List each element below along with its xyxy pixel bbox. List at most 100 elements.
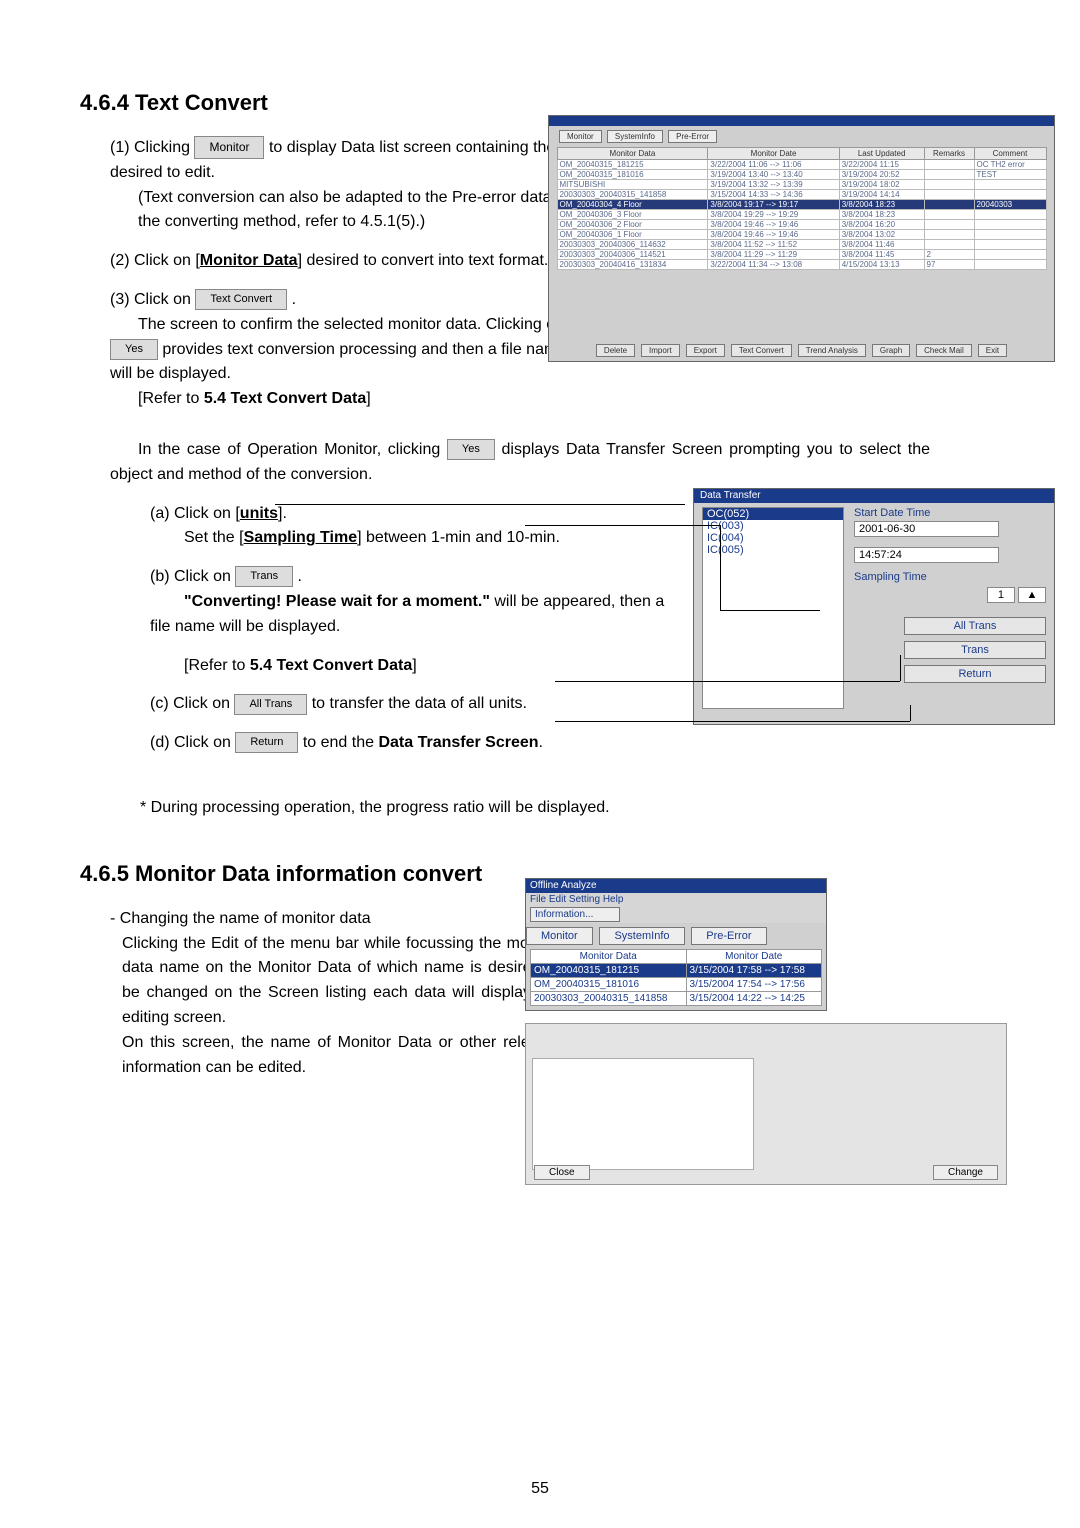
cell xyxy=(974,240,1046,250)
bottom-button[interactable]: Delete xyxy=(596,344,635,357)
cell: MITSUBISHI xyxy=(557,180,708,190)
step-a-d: ] between 1-min and 10-min. xyxy=(357,529,560,546)
shot1-tabs: Monitor SystemInfo Pre-Error xyxy=(559,130,1054,143)
yes-button-2[interactable]: Yes xyxy=(447,439,495,460)
step-c-b: to transfer the data of all units. xyxy=(312,695,527,712)
table-row[interactable]: MITSUBISHI3/19/2004 13:32 --> 13:393/19/… xyxy=(557,180,1046,190)
table-row[interactable]: OM_20040306_2 Floor3/8/2004 19:46 --> 19… xyxy=(557,220,1046,230)
step-b-dot: . xyxy=(298,568,302,585)
sampling-time-label: Sampling Time xyxy=(854,571,1046,583)
date-field[interactable]: 2001-06-30 xyxy=(854,521,999,537)
step-b-c: "Converting! Please wait for a moment." xyxy=(184,593,490,610)
table-row[interactable]: 20030303_20040315_1418583/15/2004 14:33 … xyxy=(557,190,1046,200)
return-button-inline[interactable]: Return xyxy=(235,732,298,753)
bottom-button[interactable]: Export xyxy=(686,344,725,357)
cell xyxy=(924,230,974,240)
table-row[interactable]: OM_20040306_1 Floor3/8/2004 19:46 --> 19… xyxy=(557,230,1046,240)
unit-list[interactable]: OC(052) IC(003) IC(004) IC(005) xyxy=(702,507,844,709)
table-row[interactable]: OM_20040315_1812153/15/2004 17:58 --> 17… xyxy=(531,964,822,978)
data-transfer-screenshot: Data Transfer OC(052) IC(003) IC(004) IC… xyxy=(693,488,1055,725)
cell: 20030303_20040306_114521 xyxy=(557,250,708,260)
cell xyxy=(924,200,974,210)
p3: On this screen, the name of Monitor Data… xyxy=(110,1031,560,1081)
step-c-a: (c) Click on xyxy=(150,695,230,712)
return-button[interactable]: Return xyxy=(904,665,1046,683)
cell: 3/8/2004 11:46 xyxy=(839,240,924,250)
sampling-min-field[interactable]: 1 xyxy=(987,587,1015,603)
step-d-a: (d) Click on xyxy=(150,734,231,751)
trans-button[interactable]: Trans xyxy=(904,641,1046,659)
table-row[interactable]: OM_20040315_1812153/22/2004 11:06 --> 11… xyxy=(557,160,1046,170)
table-row[interactable]: OM_20040315_1810163/19/2004 13:40 --> 13… xyxy=(557,170,1046,180)
table-row[interactable]: 20030303_20040306_1146323/8/2004 11:52 -… xyxy=(557,240,1046,250)
step-1: (1) Clicking Monitor to display Data lis… xyxy=(110,136,590,235)
time-field[interactable]: 14:57:24 xyxy=(854,547,999,563)
yes-button-1[interactable]: Yes xyxy=(110,339,158,360)
table-row[interactable]: 20030303_20040306_1145213/8/2004 11:29 -… xyxy=(557,250,1046,260)
table-row[interactable]: OM_20040304_4 Floor3/8/2004 19:17 --> 19… xyxy=(557,200,1046,210)
leader-a xyxy=(275,504,685,505)
bottom-button[interactable]: Graph xyxy=(872,344,910,357)
list-item[interactable]: IC(004) xyxy=(703,532,843,544)
step-c: (c) Click on All Trans to transfer the d… xyxy=(150,692,680,717)
monitor-data-link[interactable]: Monitor Data xyxy=(200,252,298,269)
cell xyxy=(924,160,974,170)
table-row[interactable]: 20030303_20040416_1318343/22/2004 11:34 … xyxy=(557,260,1046,270)
cell: 97 xyxy=(924,260,974,270)
shot1-bottom-buttons: Delete Import Export Text Convert Trend Anal… xyxy=(549,344,1054,357)
offline-analyze-window: Offline Analyze File Edit Setting Help I… xyxy=(525,878,827,1011)
tab-preerror[interactable]: Pre-Error xyxy=(668,130,717,143)
cell: OM_20040315_181215 xyxy=(531,964,687,978)
menu-information[interactable]: Information... xyxy=(530,907,620,922)
cell xyxy=(924,220,974,230)
list-item[interactable]: OC(052) xyxy=(703,508,843,520)
cell xyxy=(974,220,1046,230)
list-item[interactable]: IC(005) xyxy=(703,544,843,556)
bottom-button[interactable]: Text Convert xyxy=(731,344,792,357)
step-3-b: . xyxy=(292,291,296,308)
list-item[interactable]: IC(003) xyxy=(703,520,843,532)
th3-0: Monitor Data xyxy=(531,950,687,964)
step-a-c: Set the [ xyxy=(150,529,244,546)
cell: 3/19/2004 13:32 --> 13:39 xyxy=(708,180,839,190)
tab-monitor-3[interactable]: Monitor xyxy=(526,927,593,945)
trans-button-inline[interactable]: Trans xyxy=(235,566,293,587)
sampling-time-link[interactable]: Sampling Time xyxy=(244,529,358,546)
monitor-button[interactable]: Monitor xyxy=(194,136,264,159)
data-list-screenshot: Monitor SystemInfo Pre-Error Monitor Dat… xyxy=(548,115,1055,362)
cell: OM_20040304_4 Floor xyxy=(557,200,708,210)
tab-systeminfo[interactable]: SystemInfo xyxy=(607,130,663,143)
step-d-b: to end the Data Transfer Screen. xyxy=(303,734,543,751)
table-row[interactable]: OM_20040306_3 Floor3/8/2004 19:29 --> 19… xyxy=(557,210,1046,220)
cell: OM_20040315_181016 xyxy=(557,170,708,180)
cell: 3/22/2004 11:15 xyxy=(839,160,924,170)
cell xyxy=(974,190,1046,200)
start-date-label: Start Date Time xyxy=(854,507,1046,519)
all-trans-button-inline[interactable]: All Trans xyxy=(234,694,307,715)
table-row[interactable]: OM_20040315_1810163/15/2004 17:54 --> 17… xyxy=(531,978,822,992)
sampling-max-spin[interactable]: ▲ xyxy=(1018,587,1046,603)
page-number: 55 xyxy=(0,1480,1080,1498)
alltrans-button[interactable]: All Trans xyxy=(904,617,1046,635)
cell: 3/8/2004 19:29 --> 19:29 xyxy=(708,210,839,220)
step-2-end: ] desired to convert into text format. xyxy=(298,252,549,269)
th-0: Monitor Data xyxy=(557,148,708,160)
menu-bar[interactable]: File Edit Setting Help Information... xyxy=(526,893,826,923)
info-strip xyxy=(532,1042,1000,1052)
tab-monitor[interactable]: Monitor xyxy=(559,130,602,143)
bottom-button[interactable]: Import xyxy=(641,344,680,357)
cell: 4/15/2004 13:13 xyxy=(839,260,924,270)
shot3-tabs: Monitor SystemInfo Pre-Error xyxy=(526,923,826,945)
close-button[interactable]: Close xyxy=(534,1165,590,1180)
units-link[interactable]: units xyxy=(240,505,278,522)
shot3-titlebar: Offline Analyze xyxy=(526,879,826,893)
text-convert-button[interactable]: Text Convert xyxy=(195,289,287,310)
bottom-button[interactable]: Check Mail xyxy=(916,344,972,357)
change-button[interactable]: Change xyxy=(933,1165,998,1180)
bottom-button[interactable]: Trend Analysis xyxy=(798,344,866,357)
bottom-button[interactable]: Exit xyxy=(978,344,1007,357)
tab-systeminfo-3[interactable]: SystemInfo xyxy=(599,927,684,945)
tab-preerror-3[interactable]: Pre-Error xyxy=(691,927,766,945)
step-om: In the case of Operation Monitor, clicki… xyxy=(110,438,930,488)
table-row[interactable]: 20030303_20040315_1418583/15/2004 14:22 … xyxy=(531,992,822,1006)
